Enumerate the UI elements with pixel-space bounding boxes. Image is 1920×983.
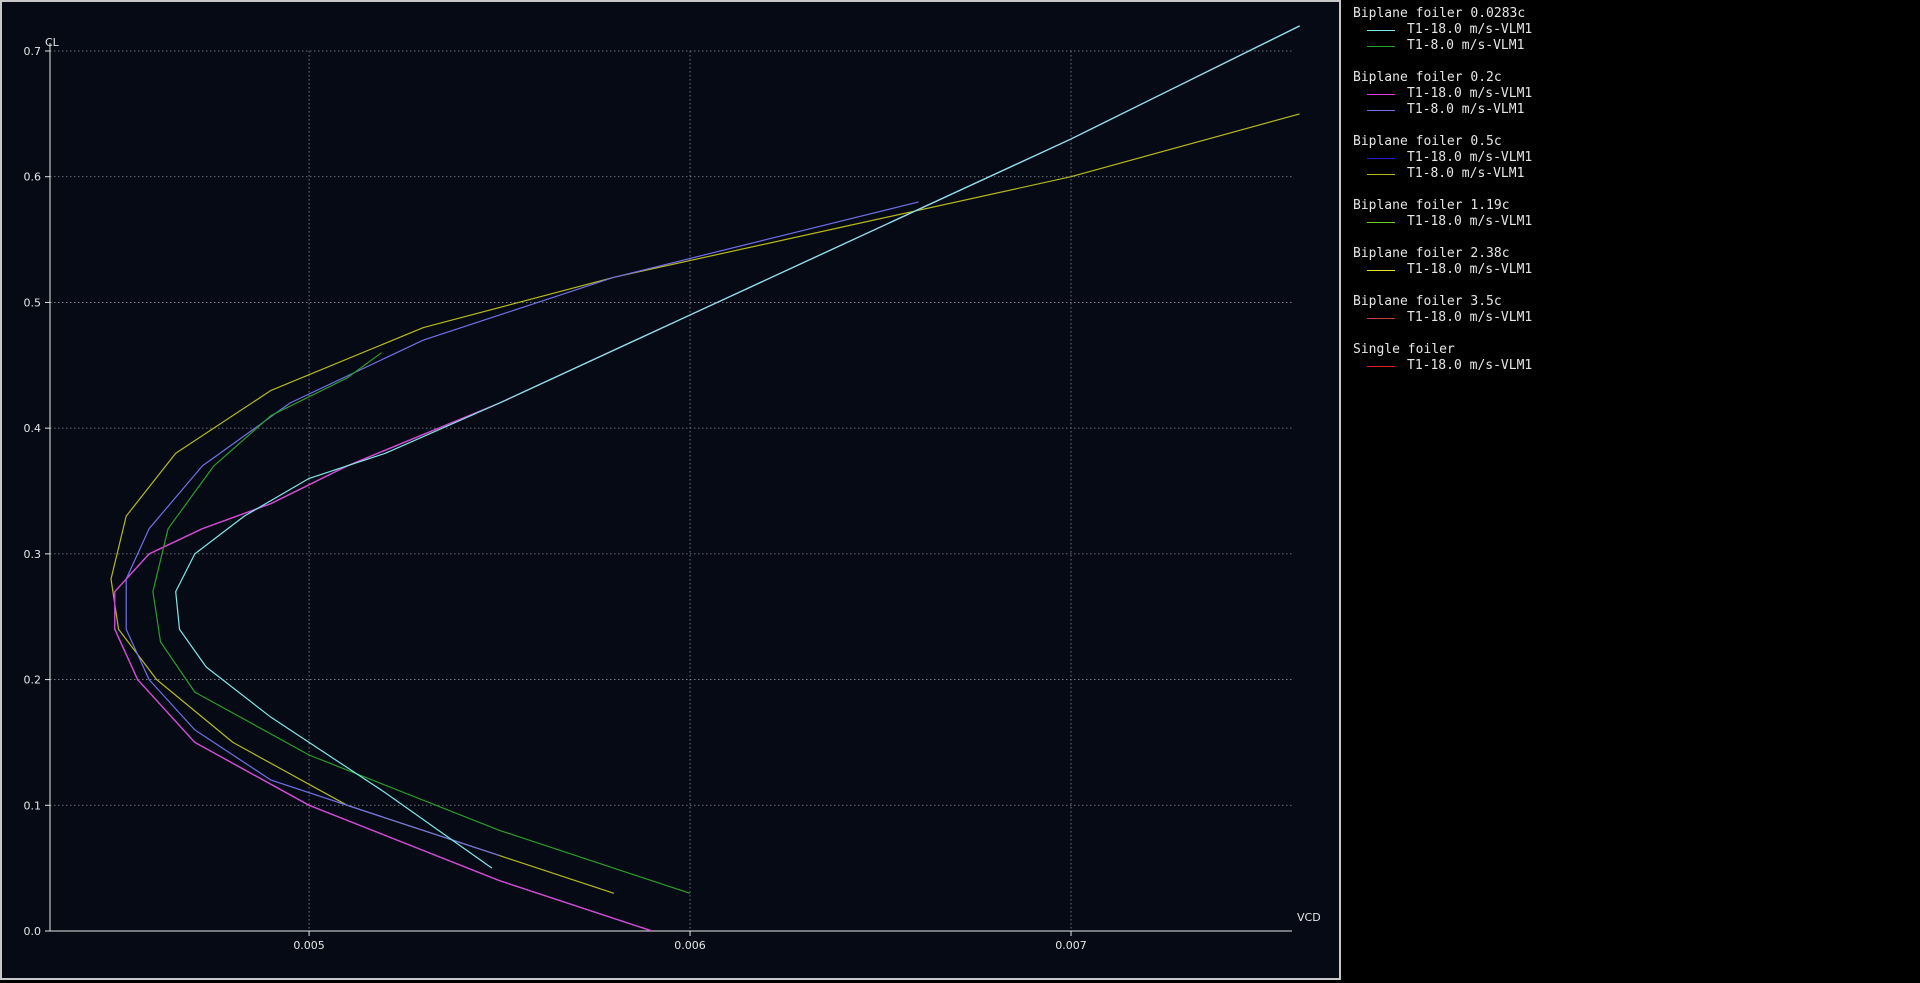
legend-group-title: Single foiler xyxy=(1353,342,1455,357)
x-tick-label: 0.007 xyxy=(1055,939,1087,952)
y-tick-label: 0.5 xyxy=(24,296,42,309)
legend-group-title: Biplane foiler 3.5c xyxy=(1353,294,1502,309)
legend-entry-label: T1-18.0 m/s-VLM1 xyxy=(1407,86,1533,101)
legend-entry: T1-18.0 m/s-VLM1 xyxy=(1353,262,1913,278)
legend-swatch xyxy=(1367,109,1395,111)
legend-entry-label: T1-18.0 m/s-VLM1 xyxy=(1407,310,1533,325)
legend-entry: T1-18.0 m/s-VLM1 xyxy=(1353,358,1913,374)
series-line-4-0 xyxy=(114,25,1300,931)
y-tick-label: 0.7 xyxy=(24,45,42,58)
legend-group-title: Biplane foiler 2.38c xyxy=(1353,246,1510,261)
legend-entry-label: T1-18.0 m/s-VLM1 xyxy=(1407,150,1533,165)
legend-group: Biplane foiler 2.38c T1-18.0 m/s-VLM1 xyxy=(1353,246,1913,278)
legend-swatch xyxy=(1367,317,1395,319)
legend-swatch xyxy=(1367,45,1395,47)
y-tick-label: 0.3 xyxy=(24,548,42,561)
legend-swatch xyxy=(1367,269,1395,271)
legend-entry: T1-8.0 m/s-VLM1 xyxy=(1353,102,1913,118)
legend-swatch xyxy=(1367,93,1395,95)
legend-entry: T1-18.0 m/s-VLM1 xyxy=(1353,310,1913,326)
legend-entry: T1-18.0 m/s-VLM1 xyxy=(1353,150,1913,166)
legend-group: Biplane foiler 0.0283c T1-18.0 m/s-VLM1 T1… xyxy=(1353,6,1913,54)
x-axis-label: VCD xyxy=(1297,911,1321,924)
series-line-0-0 xyxy=(175,25,1300,869)
plot-area[interactable]: 0.0 0.1 0.2 0.3 0.4 0.5 0.6 0.7 0.005 0.006 0.007 C… xyxy=(0,0,1341,980)
series-line-2-1 xyxy=(110,113,1300,894)
legend-swatch xyxy=(1367,157,1395,159)
legend-entry-label: T1-18.0 m/s-VLM1 xyxy=(1407,214,1533,229)
legend-group-title: Biplane foiler 1.19c xyxy=(1353,198,1510,213)
y-tick-label: 0.4 xyxy=(24,422,42,435)
legend-group: Single foiler T1-18.0 m/s-VLM1 xyxy=(1353,342,1913,374)
legend-entry: T1-18.0 m/s-VLM1 xyxy=(1353,22,1913,38)
x-tick-label: 0.005 xyxy=(293,939,325,952)
series-line-6-0 xyxy=(114,25,1300,931)
legend-group: Biplane foiler 0.5c T1-18.0 m/s-VLM1 T1-8.… xyxy=(1353,134,1913,182)
y-axis-label: CL xyxy=(45,36,60,49)
legend-entry: T1-18.0 m/s-VLM1 xyxy=(1353,214,1913,230)
legend-group: Biplane foiler 1.19c T1-18.0 m/s-VLM1 xyxy=(1353,198,1913,230)
legend-entry-label: T1-18.0 m/s-VLM1 xyxy=(1407,262,1533,277)
y-tick-label: 0.1 xyxy=(24,799,42,812)
series-line-3-0 xyxy=(114,25,1300,931)
legend-entry-label: T1-18.0 m/s-VLM1 xyxy=(1407,358,1533,373)
legend: Biplane foiler 0.0283c T1-18.0 m/s-VLM1 T1… xyxy=(1353,6,1913,390)
legend-entry-label: T1-8.0 m/s-VLM1 xyxy=(1407,166,1525,181)
y-tick-label: 0.2 xyxy=(24,674,42,687)
legend-entry: T1-18.0 m/s-VLM1 xyxy=(1353,86,1913,102)
y-tick-label: 0.0 xyxy=(24,925,42,938)
series-line-5-0 xyxy=(114,25,1300,931)
legend-entry-label: T1-8.0 m/s-VLM1 xyxy=(1407,38,1525,53)
legend-group-title: Biplane foiler 0.0283c xyxy=(1353,6,1526,21)
x-tick-label: 0.006 xyxy=(674,939,706,952)
legend-entry: T1-8.0 m/s-VLM1 xyxy=(1353,38,1913,54)
legend-group-title: Biplane foiler 0.2c xyxy=(1353,70,1502,85)
legend-group: Biplane foiler 0.2c T1-18.0 m/s-VLM1 T1-8.… xyxy=(1353,70,1913,118)
legend-entry: T1-8.0 m/s-VLM1 xyxy=(1353,166,1913,182)
chart-svg: 0.0 0.1 0.2 0.3 0.4 0.5 0.6 0.7 0.005 0.006 0.007 C… xyxy=(24,25,1321,952)
y-tick-label: 0.6 xyxy=(24,171,42,184)
legend-swatch xyxy=(1367,29,1395,31)
series-line-0-1 xyxy=(152,352,691,894)
legend-entry-label: T1-18.0 m/s-VLM1 xyxy=(1407,22,1533,37)
series-line-1-1 xyxy=(125,201,919,857)
legend-group-title: Biplane foiler 0.5c xyxy=(1353,134,1502,149)
legend-entry-label: T1-8.0 m/s-VLM1 xyxy=(1407,102,1525,117)
series-line-2-0 xyxy=(114,25,1300,931)
legend-swatch xyxy=(1367,173,1395,175)
legend-group: Biplane foiler 3.5c T1-18.0 m/s-VLM1 xyxy=(1353,294,1913,326)
legend-swatch xyxy=(1367,221,1395,223)
legend-swatch xyxy=(1367,365,1395,367)
series-line-1-0 xyxy=(114,25,1300,931)
